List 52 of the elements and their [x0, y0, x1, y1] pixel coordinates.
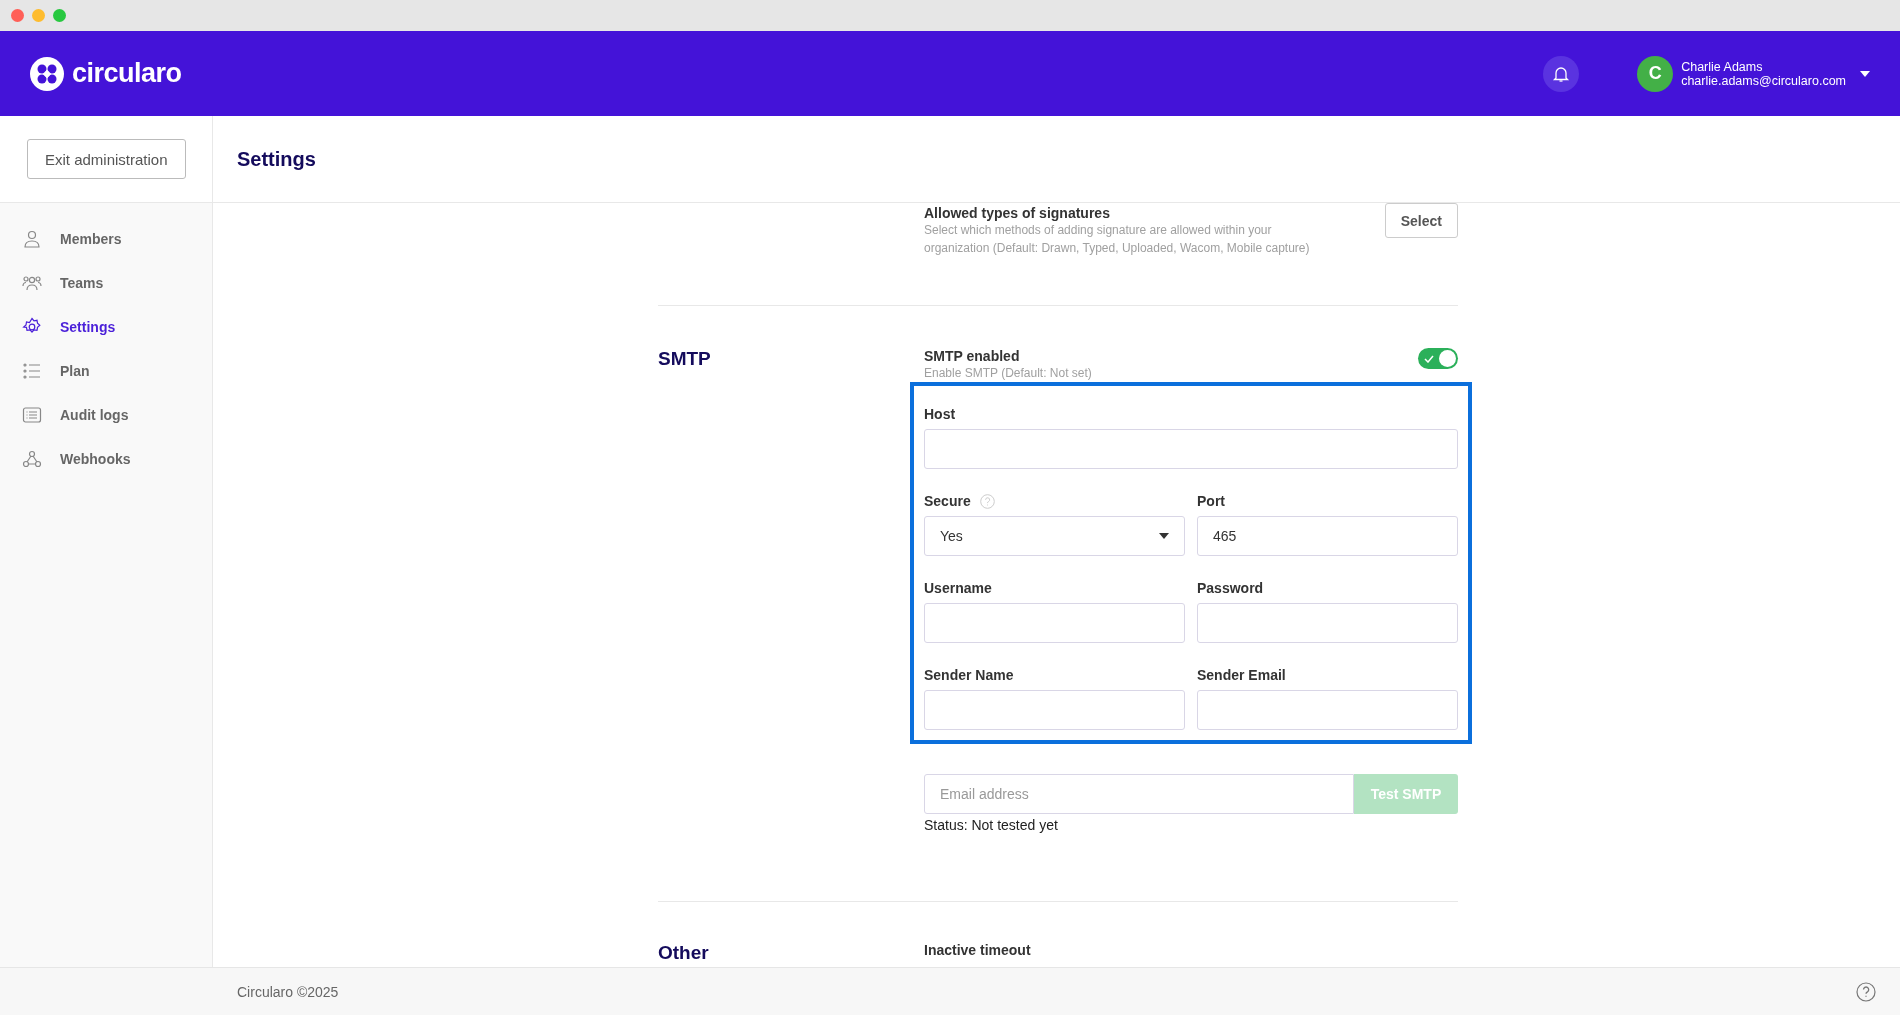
person-icon: [22, 229, 42, 249]
help-icon[interactable]: [1856, 981, 1876, 1002]
select-button[interactable]: Select: [1384, 203, 1458, 238]
sidebar-item[interactable]: Members: [0, 217, 212, 261]
input-field[interactable]: [924, 603, 1185, 643]
logo-icon: [30, 56, 64, 91]
setting-description: Select which methods of adding signature are allowed within your organization (Default: Drawn, Typed, Uploaded, Wacom, Mobile capture): [924, 222, 1311, 257]
field-label: Port: [1197, 493, 1225, 509]
field-label: Host: [924, 406, 956, 422]
setting-label: Inactive timeout: [924, 942, 1032, 958]
input-field[interactable]: 465: [1197, 516, 1458, 556]
sidebar-item[interactable]: Plan: [0, 349, 212, 393]
copyright-text: Circularo ©2025: [237, 983, 339, 1000]
exit-administration-button[interactable]: Exit administration: [27, 139, 186, 179]
input-field[interactable]: [924, 690, 1185, 730]
webhook-icon: [22, 449, 42, 469]
brand-name: circularo: [72, 58, 182, 89]
maximize-icon[interactable]: [53, 9, 66, 22]
bell-icon: [1552, 64, 1571, 83]
log-icon: [22, 405, 42, 425]
field-label: Secure: [924, 493, 971, 509]
input-field[interactable]: [924, 429, 1458, 469]
people-icon: [22, 273, 42, 293]
section-title: SMTP: [658, 348, 712, 371]
minimize-icon[interactable]: [32, 9, 45, 22]
status-text: Status: Not tested yet: [924, 817, 1059, 833]
sidebar-item[interactable]: Webhooks: [0, 437, 212, 481]
check-icon: [1424, 354, 1434, 363]
sidebar-item[interactable]: Settings: [0, 305, 212, 349]
close-icon[interactable]: [11, 9, 24, 22]
field-label: Username: [924, 580, 992, 596]
setting-label: Allowed types of signatures: [924, 205, 1111, 221]
caret-icon[interactable]: [1860, 70, 1870, 77]
input-field[interactable]: [1197, 690, 1458, 730]
input-field[interactable]: [1197, 603, 1458, 643]
smtp-toggle[interactable]: [1418, 348, 1458, 369]
setting-description: Enable SMTP (Default: Not set): [924, 365, 1092, 382]
secure-dropdown[interactable]: Yes: [924, 516, 1185, 556]
user-name: Charlie Adams: [1681, 59, 1764, 74]
caret-icon: [1159, 533, 1169, 539]
sidebar-item[interactable]: Teams: [0, 261, 212, 305]
field-label: Sender Name: [924, 667, 1014, 683]
user-avatar[interactable]: C: [1637, 55, 1674, 92]
notifications-button[interactable]: [1543, 55, 1580, 92]
sidebar-item[interactable]: Audit logs: [0, 393, 212, 437]
section-title: Other: [658, 942, 710, 964]
field-label: Password: [1197, 580, 1264, 596]
list-icon: [22, 361, 42, 381]
user-email: charlie.adams@circularo.com: [1681, 73, 1846, 88]
setting-label: SMTP enabled: [924, 348, 1021, 364]
page-title: Settings: [237, 147, 316, 171]
field-label: Sender Email: [1197, 667, 1286, 683]
